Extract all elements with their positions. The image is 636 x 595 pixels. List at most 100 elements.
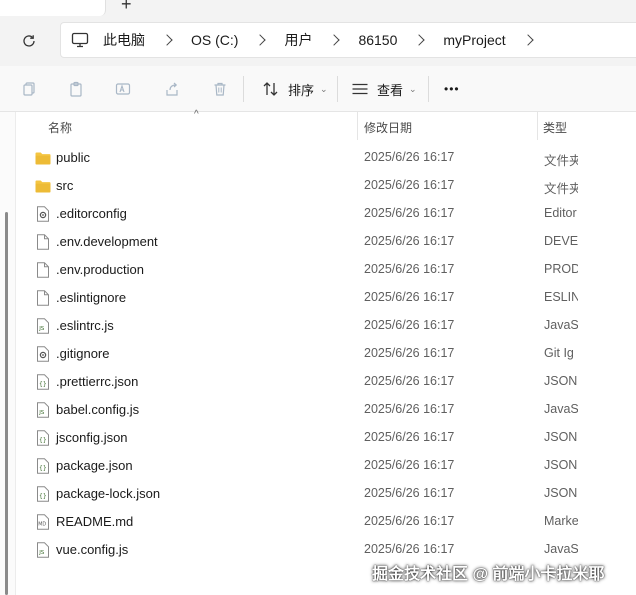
file-name: .eslintrc.js	[56, 318, 114, 333]
file-date-modified: 2025/6/26 16:17	[364, 178, 455, 192]
more-icon: •••	[444, 82, 460, 96]
file-row[interactable]: MD README.md 2025/6/26 16:17 Marke	[16, 508, 636, 536]
file-type: Editor	[544, 206, 577, 220]
file-date-modified: 2025/6/26 16:17	[364, 402, 455, 416]
trash-icon	[214, 82, 226, 96]
file-date-modified: 2025/6/26 16:17	[364, 514, 455, 528]
share-icon	[166, 82, 178, 96]
file-list: public 2025/6/26 16:17 文件夹 src 2025/6/26 16:…	[16, 144, 636, 564]
js-file-icon: JS	[35, 318, 51, 334]
file-date-modified: 2025/6/26 16:17	[364, 262, 455, 276]
navigation-pane-edge	[0, 112, 16, 595]
file-row[interactable]: src 2025/6/26 16:17 文件夹	[16, 172, 636, 200]
svg-text:JS: JS	[38, 410, 45, 416]
file-date-modified: 2025/6/26 16:17	[364, 346, 455, 360]
file-row[interactable]: JS babel.config.js 2025/6/26 16:17 JavaS	[16, 396, 636, 424]
chevron-right-icon[interactable]	[521, 34, 534, 46]
view-list-icon	[352, 83, 368, 95]
breadcrumb-label: OS (C:)	[191, 32, 239, 48]
svg-text:{}: {}	[39, 493, 47, 500]
rename-icon	[115, 83, 131, 95]
file-name: .gitignore	[56, 346, 110, 361]
view-label: 查看	[377, 82, 404, 98]
share-button[interactable]	[159, 76, 185, 102]
refresh-button[interactable]	[18, 30, 40, 52]
file-name: src	[56, 178, 74, 193]
breadcrumb-label: 86150	[358, 32, 398, 48]
file-row[interactable]: .gitignore 2025/6/26 16:17 Git Ig	[16, 340, 636, 368]
view-button[interactable]: 查看 ⌄	[351, 76, 417, 102]
file-name: package-lock.json	[56, 486, 161, 501]
paste-button[interactable]	[63, 76, 89, 102]
chevron-right-icon[interactable]	[328, 34, 341, 46]
file-date-modified: 2025/6/26 16:17	[364, 374, 455, 388]
file-list-pane: ^ 名称 修改日期 类型 public 2025/6/26 16:17 文件夹 src…	[0, 109, 636, 595]
file-row[interactable]: {} package-lock.json 2025/6/26 16:17 JSON	[16, 480, 636, 508]
js-file-icon: JS	[35, 542, 51, 558]
column-header-type[interactable]: 类型	[543, 119, 567, 136]
more-options-button[interactable]: •••	[444, 76, 460, 102]
file-date-modified: 2025/6/26 16:17	[364, 150, 455, 164]
breadcrumb-user-folder[interactable]: 86150	[358, 32, 443, 48]
toolbar-divider	[337, 76, 338, 102]
chevron-right-icon[interactable]	[161, 34, 173, 46]
breadcrumb-myproject[interactable]: myProject	[443, 32, 551, 48]
file-name: .eslintignore	[56, 290, 127, 305]
chevron-right-icon[interactable]	[254, 34, 267, 46]
file-row[interactable]: {} .prettierrc.json 2025/6/26 16:17 JSON	[16, 368, 636, 396]
file-row[interactable]: {} jsconfig.json 2025/6/26 16:17 JSON	[16, 424, 636, 452]
sort-icon	[263, 82, 278, 96]
file-row[interactable]: .eslintignore 2025/6/26 16:17 ESLIN	[16, 284, 636, 312]
breadcrumb-this-pc[interactable]: 此电脑	[103, 30, 191, 50]
copy-icon	[23, 82, 35, 96]
sort-button[interactable]: 排序 ⌄	[262, 76, 328, 102]
svg-text:JS: JS	[38, 326, 45, 332]
file-name: jsconfig.json	[56, 430, 128, 445]
file-name: .env.development	[56, 234, 158, 249]
column-resize-handle[interactable]	[357, 112, 358, 140]
gear-file-icon	[35, 206, 51, 222]
svg-text:{}: {}	[39, 465, 47, 472]
file-type: Git Ig	[544, 346, 574, 360]
json-file-icon: {}	[35, 458, 51, 474]
column-resize-handle[interactable]	[537, 112, 538, 140]
breadcrumb[interactable]: 此电脑 OS (C:) 用户 86150 myProject	[60, 22, 636, 58]
column-header-name[interactable]: 名称	[48, 119, 72, 136]
file-type: JSON	[544, 430, 578, 444]
watermark-text: 掘金技术社区 @ 前端小卡拉米耶	[372, 566, 605, 583]
column-header-row: ^ 名称 修改日期 类型	[16, 109, 636, 140]
file-name: .prettierrc.json	[56, 374, 139, 389]
breadcrumb-drive-c[interactable]: OS (C:)	[191, 32, 284, 48]
active-tab[interactable]	[0, 0, 106, 16]
navigation-scrollbar[interactable]	[5, 212, 8, 595]
file-row[interactable]: {} package.json 2025/6/26 16:17 JSON	[16, 452, 636, 480]
file-row[interactable]: public 2025/6/26 16:17 文件夹	[16, 144, 636, 172]
file-date-modified: 2025/6/26 16:17	[364, 290, 455, 304]
file-date-modified: 2025/6/26 16:17	[364, 430, 455, 444]
file-row[interactable]: .env.production 2025/6/26 16:17 PROD	[16, 256, 636, 284]
column-header-date-modified[interactable]: 修改日期	[364, 119, 412, 136]
file-row[interactable]: .editorconfig 2025/6/26 16:17 Editor	[16, 200, 636, 228]
svg-text:{}: {}	[39, 381, 47, 388]
breadcrumb-users[interactable]: 用户	[284, 30, 358, 50]
chevron-right-icon[interactable]	[413, 34, 426, 46]
file-name: public	[56, 150, 90, 165]
file-type: ESLIN	[544, 290, 578, 304]
paste-icon	[70, 81, 82, 97]
file-type: 文件夹	[544, 182, 578, 196]
delete-button[interactable]	[207, 76, 233, 102]
file-type: JavaS	[544, 318, 578, 332]
copy-button[interactable]	[16, 76, 42, 102]
rename-button[interactable]	[110, 76, 136, 102]
js-file-icon: JS	[35, 402, 51, 418]
new-tab-button[interactable]: +	[121, 0, 132, 15]
chevron-down-icon: ⌄	[409, 83, 417, 94]
gear-file-icon	[35, 346, 51, 362]
file-name: .env.production	[56, 262, 144, 277]
file-row[interactable]: JS .eslintrc.js 2025/6/26 16:17 JavaS	[16, 312, 636, 340]
sort-label: 排序	[288, 82, 315, 98]
file-type: JSON	[544, 374, 578, 388]
computer-icon	[71, 32, 89, 48]
breadcrumb-label: myProject	[443, 32, 506, 48]
file-row[interactable]: .env.development 2025/6/26 16:17 DEVEL	[16, 228, 636, 256]
